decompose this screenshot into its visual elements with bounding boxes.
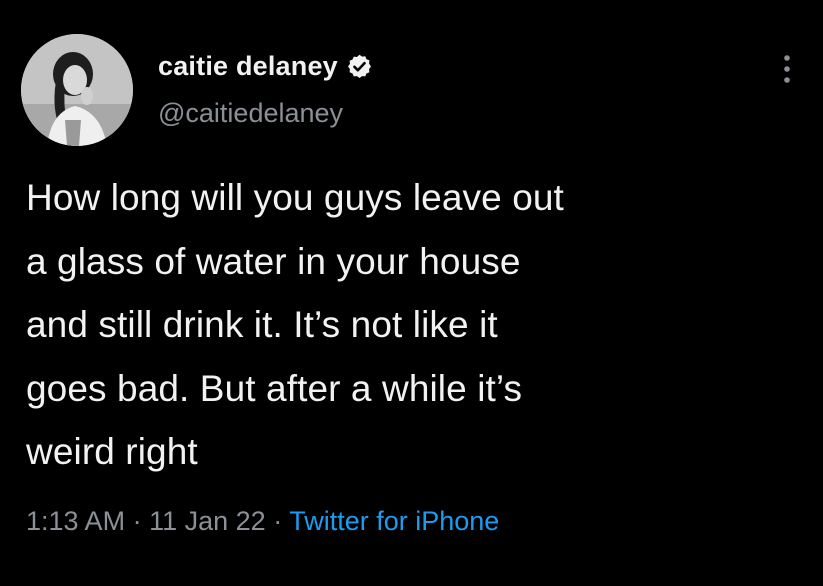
meta-separator: · bbox=[273, 506, 283, 536]
verified-badge-icon bbox=[346, 53, 373, 80]
author-display-name[interactable]: caitie delaney bbox=[158, 51, 338, 82]
tweet-text: How long will you guys leave out a glass… bbox=[26, 166, 811, 484]
avatar[interactable] bbox=[21, 34, 133, 146]
more-options-icon[interactable] bbox=[780, 52, 794, 86]
tweet-source-link[interactable]: Twitter for iPhone bbox=[289, 506, 499, 536]
tweet-meta: 1:13 AM · 11 Jan 22 · Twitter for iPhone bbox=[26, 506, 499, 537]
tweet-text-line: How long will you guys leave out bbox=[26, 177, 564, 218]
tweet-text-line: weird right bbox=[26, 431, 198, 472]
tweet-card: caitie delaney @caitiedelaney How long w… bbox=[0, 0, 823, 586]
avatar-photo bbox=[21, 34, 133, 146]
tweet-text-line: a glass of water in your house bbox=[26, 240, 521, 282]
tweet-text-line: goes bad. But after a while it’s bbox=[26, 367, 523, 409]
author-handle[interactable]: @caitiedelaney bbox=[158, 98, 343, 129]
author-name-row[interactable]: caitie delaney bbox=[158, 46, 373, 86]
tweet-date[interactable]: 11 Jan 22 bbox=[149, 506, 266, 536]
tweet-time[interactable]: 1:13 AM bbox=[26, 506, 125, 536]
tweet-text-line: and still drink it. It’s not like it bbox=[26, 304, 498, 345]
meta-separator: · bbox=[132, 506, 142, 536]
